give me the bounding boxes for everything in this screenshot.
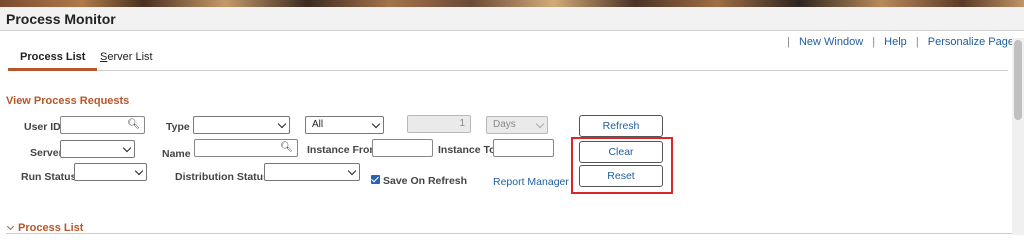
days-number-input[interactable]: 1	[407, 115, 471, 133]
instance-to-input[interactable]	[493, 139, 554, 157]
section-title: View Process Requests	[6, 95, 130, 107]
all-value: All	[312, 119, 324, 130]
type-label: Type	[166, 121, 190, 133]
search-icon[interactable]: 🔍︎	[280, 142, 293, 153]
run-status-select[interactable]	[74, 163, 147, 181]
instance-to-label: Instance To	[438, 144, 496, 156]
save-on-refresh-checkbox[interactable]	[371, 175, 380, 184]
tab-label: erver List	[107, 51, 153, 63]
chevron-down-icon	[277, 119, 287, 129]
days-unit-value: Days	[493, 119, 516, 130]
title-bar: Process Monitor	[0, 7, 1024, 31]
type-select[interactable]	[193, 116, 290, 134]
header-banner	[0, 0, 1024, 7]
report-manager-link[interactable]: Report Manager	[493, 176, 569, 188]
server-select[interactable]	[60, 140, 135, 158]
search-icon[interactable]: 🔍︎	[127, 119, 140, 130]
chevron-down-icon	[6, 222, 15, 231]
chevron-down-icon	[122, 143, 132, 153]
highlight-box	[571, 137, 673, 194]
chevron-down-icon	[371, 119, 381, 129]
days-number-value: 1	[459, 118, 465, 129]
tab-bar: Process List Server List	[8, 46, 1008, 71]
tab-label: Process List	[20, 51, 86, 63]
instance-from-input[interactable]	[372, 139, 433, 157]
name-label: Name	[162, 148, 191, 160]
divider	[6, 233, 1014, 234]
name-input[interactable]: 🔍︎	[194, 139, 298, 157]
tab-process-list[interactable]: Process List	[8, 51, 98, 71]
refresh-button[interactable]: Refresh	[579, 115, 663, 137]
page-title: Process Monitor	[6, 11, 116, 27]
instance-from-label: Instance From	[307, 144, 379, 156]
distribution-status-label: Distribution Status	[175, 171, 269, 183]
scroll-thumb[interactable]	[1014, 40, 1022, 120]
chevron-down-icon	[134, 166, 144, 176]
distribution-status-select[interactable]	[264, 163, 360, 181]
all-select[interactable]: All	[305, 116, 384, 134]
days-unit-select[interactable]: Days	[486, 116, 548, 134]
server-label: Server	[30, 147, 63, 159]
chevron-down-icon	[535, 119, 545, 129]
save-on-refresh-label: Save On Refresh	[383, 175, 468, 187]
vertical-scrollbar[interactable]	[1012, 38, 1024, 235]
user-id-label: User ID	[24, 121, 61, 133]
tab-server-list[interactable]: Server List	[88, 51, 165, 63]
run-status-label: Run Status	[21, 171, 77, 183]
chevron-down-icon	[347, 166, 357, 176]
user-id-input[interactable]: 🔍︎	[60, 116, 145, 134]
